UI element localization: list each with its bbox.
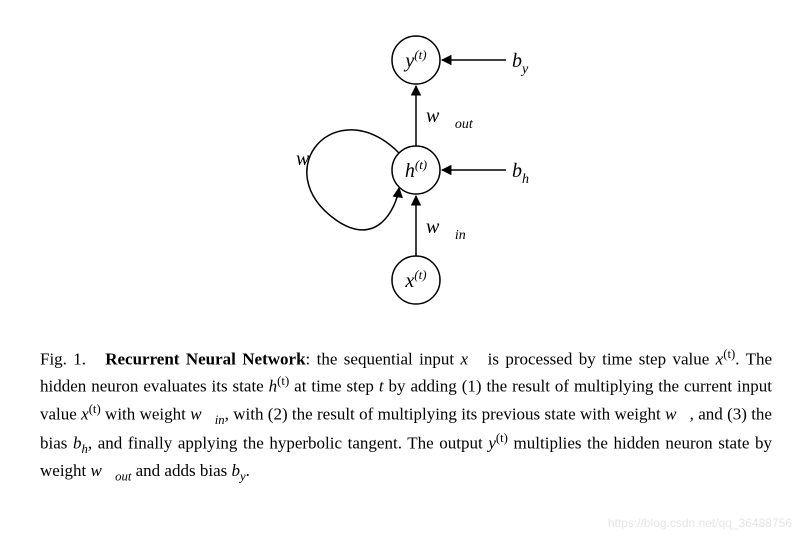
caption-text-1: : the sequential input [306,350,461,369]
caption-text-7: , with (2) the result of multiplying its… [225,404,665,423]
caption-ht-base: h [269,377,278,396]
caption-yt-base: y [488,434,496,453]
node-x-label: x(t) [404,267,426,292]
caption-xvec: x⃗ [460,350,481,369]
edge-recurrent [307,130,399,230]
label-w-in: w⃗in [426,216,466,243]
rnn-diagram: y(t) h(t) x(t) w⃗in w⃗out by bh w⃗ [40,20,772,320]
caption-bh-base: b [73,434,82,453]
caption-ht-sup: (t) [277,374,289,388]
caption-wout-base: w⃗ [91,461,116,480]
label-bh: bh [512,160,529,187]
caption-title: Recurrent Neural Network [105,350,305,369]
watermark: https://blog.csdn.net/qq_36488756 [608,516,792,530]
caption-yt-sup: (t) [496,431,508,445]
caption-text-2: is processed by time step value [481,350,715,369]
caption-win-base: w⃗ [190,404,215,423]
caption-text-11: and adds bias [131,461,231,480]
caption-xt2-sup: (t) [89,402,101,416]
caption-xt-sup: (t) [723,347,735,361]
figure-caption: Fig. 1. Recurrent Neural Network: the se… [40,345,772,486]
label-w-rec: w⃗ [296,148,325,170]
caption-win-sub: in [215,413,225,427]
label-w-out: w⃗out [426,105,474,132]
caption-text-6: with weight [101,404,190,423]
fig-number: Fig. 1. [40,350,86,369]
node-h-label: h(t) [405,157,427,182]
caption-xt2-base: x [81,404,89,423]
caption-wrec: w⃗ [665,404,690,423]
caption-wout-sub: out [115,469,131,483]
diagram-svg: y(t) h(t) x(t) w⃗in w⃗out by bh w⃗ [226,20,586,320]
node-y-label: y(t) [403,47,426,72]
caption-text-4: at time step [289,377,379,396]
label-by: by [512,50,529,77]
caption-text-12: . [246,461,250,480]
caption-by-base: b [231,461,240,480]
caption-text-9: , and finally applying the hyperbolic ta… [88,434,488,453]
